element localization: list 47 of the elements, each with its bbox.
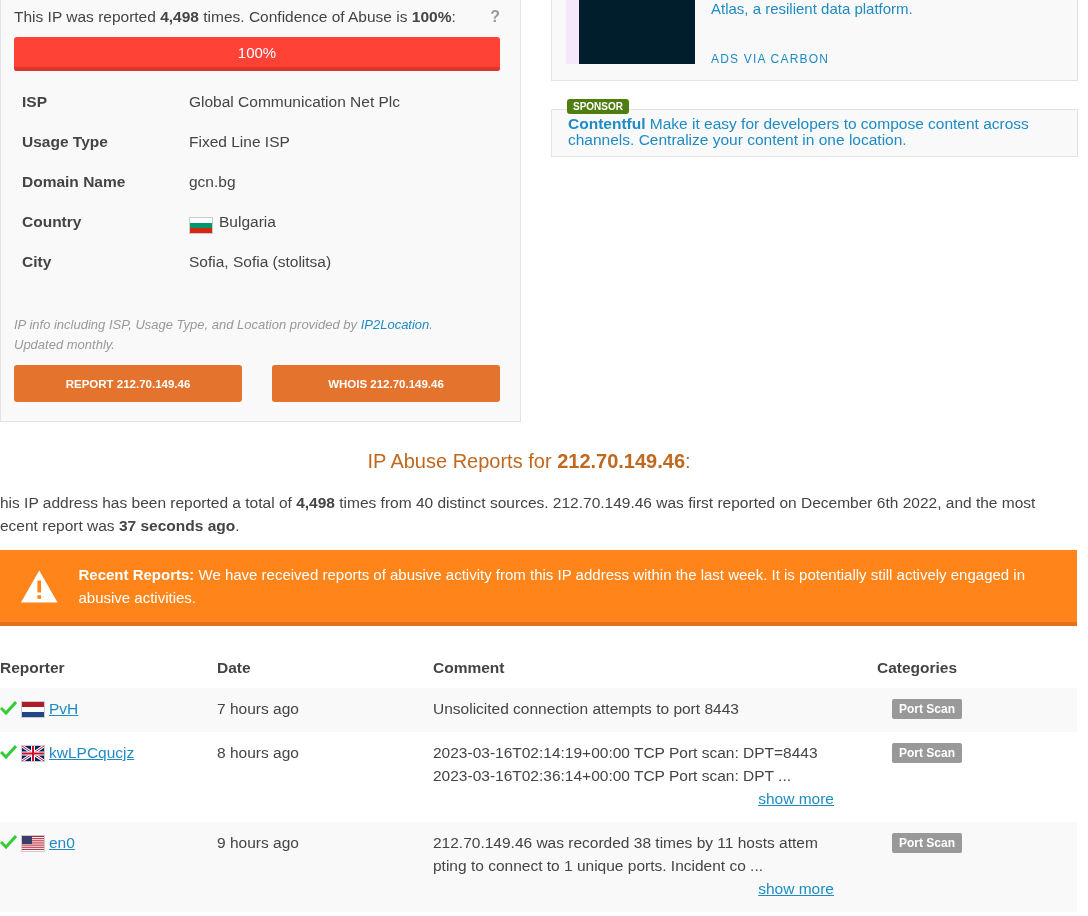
alert-text: Recent Reports: We have received reports of abusive activity from this IP address within the last week. It is potentially still actively engaged in abusive activities. xyxy=(78,565,1026,608)
report-date: 7 hours ago xyxy=(217,699,300,719)
action-button[interactable]: WHOIS 212.70.149.46 xyxy=(272,365,500,402)
detail-value: Bulgaria xyxy=(219,213,276,231)
comment-text: 2023-03-16T02:14:19+00:00 TCP Port scan: DPT=8443 xyxy=(433,743,819,763)
detail-label: Usage Type xyxy=(22,133,109,152)
comment-text: 2023-03-16T02:36:14+00:00 TCP Port scan: DPT ... xyxy=(433,766,792,786)
detail-value: Global Communication Net Plc xyxy=(189,93,401,111)
comment-text: Unsolicited connection attempts to port 8443 xyxy=(433,699,740,719)
category-tag[interactable]: Port Scan xyxy=(892,833,962,853)
confidence-label: 100% xyxy=(237,43,277,61)
category-tag[interactable]: Port Scan xyxy=(892,699,962,719)
detail-label: Country xyxy=(22,213,83,232)
category-tag[interactable]: Port Scan xyxy=(892,743,962,763)
ads-via-carbon-link[interactable]: ADS VIA CARBON xyxy=(711,52,913,66)
detail-value: Sofia, Sofia (stolitsa) xyxy=(189,253,332,271)
detail-value: gcn.bg xyxy=(189,173,236,191)
flag-icon xyxy=(189,217,213,234)
comment-text: 212.70.149.46 was recorded 38 times by 11 hosts attem xyxy=(433,833,819,853)
reports-heading: IP Abuse Reports for 212.70.149.46: xyxy=(366,450,692,473)
attribution-text: IP info including ISP, Usage Type, and Location provided by IP2Location. Updated monthly. xyxy=(14,316,434,354)
sponsor-label: SPONSOR xyxy=(567,99,629,114)
detail-value: Fixed Line ISP xyxy=(189,133,290,151)
report-date: 8 hours ago xyxy=(217,743,300,763)
show-more-link[interactable]: show more xyxy=(758,877,834,900)
column-header: Reporter xyxy=(0,659,66,677)
detail-label: Domain Name xyxy=(22,173,127,192)
report-summary: This IP was reported 4,498 times. Confidence of Abuse is 100%: xyxy=(14,8,456,26)
column-header: Date xyxy=(217,659,252,677)
reporter-link[interactable]: PvH xyxy=(49,697,79,720)
detail-label: ISP xyxy=(22,93,48,112)
flag-icon xyxy=(21,835,45,852)
flag-icon xyxy=(21,701,45,718)
reporter-link[interactable]: kwLPCqucjz xyxy=(49,741,135,764)
detail-label: City xyxy=(22,253,53,272)
help-link[interactable]: ? xyxy=(490,8,500,26)
comment-text: pting to connect to 1 unique ports. Incident co ... xyxy=(433,856,765,876)
flag-icon xyxy=(21,745,45,762)
sponsor-text[interactable]: Contentful Make it easy for developers to compose content across channels. Centralize your content in one location. xyxy=(551,109,1078,157)
show-more-link[interactable]: show more xyxy=(758,787,834,810)
action-button[interactable]: REPORT 212.70.149.46 xyxy=(14,365,242,402)
column-header: Comment xyxy=(433,659,506,677)
column-header: Categories xyxy=(877,659,959,677)
ad-text[interactable]: Atlas, a resilient data platform. xyxy=(711,0,913,17)
report-date: 9 hours ago xyxy=(217,833,300,853)
reporter-link[interactable]: en0 xyxy=(49,831,75,854)
reports-summary: his IP address has been reported a total of 4,498 times from 40 distinct sources. 212.70.149.46 was first reported on December 6th 2022, and the most ecent report was 37 seconds ago. xyxy=(0,493,1037,536)
